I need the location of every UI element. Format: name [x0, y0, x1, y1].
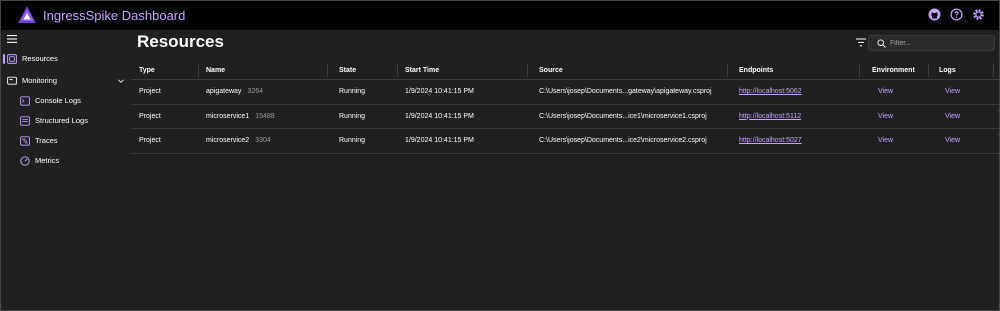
- app-title[interactable]: IngressSpike Dashboard: [43, 8, 185, 23]
- name-cell: microservice2 3304: [206, 129, 271, 153]
- logs-view-link[interactable]: View: [945, 80, 960, 104]
- environment-view-link[interactable]: View: [878, 129, 893, 153]
- start-time-cell: 1/9/2024 10:41:15 PM: [405, 88, 474, 96]
- main-content: Resources Type Name State Start Time: [131, 30, 999, 310]
- monitoring-icon: [7, 76, 17, 85]
- state-cell: Running: [339, 137, 366, 145]
- state-cell: Running: [339, 112, 366, 120]
- sidebar-item-label: Resources: [22, 54, 58, 63]
- resource-name: microservice1: [206, 112, 250, 120]
- column-resize-handle[interactable]: [727, 64, 728, 77]
- resources-icon: [7, 54, 17, 64]
- column-resize-handle[interactable]: [327, 64, 328, 77]
- sidebar-item-label: Structured Logs: [35, 116, 88, 125]
- type-cell: Project: [139, 137, 161, 145]
- structured-logs-icon: [20, 116, 30, 126]
- column-header-source[interactable]: Source: [539, 61, 563, 79]
- sidebar-item-monitoring[interactable]: Monitoring: [1, 72, 131, 90]
- sidebar-item-structured-logs[interactable]: Structured Logs: [1, 112, 131, 130]
- column-header-type[interactable]: Type: [139, 61, 155, 79]
- column-header-endpoints[interactable]: Endpoints: [739, 61, 773, 79]
- source-cell: C:\Users\josep\Documents...ice2\microser…: [539, 137, 707, 145]
- app-window: IngressSpike Dashboard Resources Monitor…: [0, 0, 1000, 311]
- column-resize-handle[interactable]: [527, 64, 528, 77]
- resources-table: Type Name State Start Time Source Endpoi…: [131, 61, 999, 154]
- source-cell: C:\Users\josep\Documents...ice1\microser…: [539, 112, 707, 120]
- column-resize-handle[interactable]: [397, 64, 398, 77]
- filter-input[interactable]: [890, 37, 990, 49]
- sidebar-item-console-logs[interactable]: Console Logs: [1, 92, 131, 110]
- sidebar-item-label: Monitoring: [22, 76, 58, 85]
- sidebar-item-label: Metrics: [35, 156, 60, 165]
- help-icon[interactable]: [950, 8, 963, 21]
- column-header-start-time[interactable]: Start Time: [405, 61, 439, 79]
- active-indicator: [3, 54, 5, 64]
- endpoint-link[interactable]: http://localhost:5062: [739, 80, 802, 104]
- chevron-down-icon[interactable]: [118, 78, 124, 84]
- logs-view-link[interactable]: View: [945, 105, 960, 129]
- type-cell: Project: [139, 88, 161, 96]
- sidebar-item-traces[interactable]: Traces: [1, 132, 131, 150]
- start-time-cell: 1/9/2024 10:41:15 PM: [405, 112, 474, 120]
- top-bar: IngressSpike Dashboard: [1, 1, 999, 30]
- hamburger-menu-icon[interactable]: [7, 35, 17, 43]
- resource-name: microservice2: [206, 137, 250, 145]
- metrics-icon: [20, 156, 30, 166]
- environment-view-link[interactable]: View: [878, 80, 893, 104]
- column-resize-handle[interactable]: [993, 64, 994, 77]
- type-cell: Project: [139, 112, 161, 120]
- name-cell: apigateway 3264: [206, 80, 263, 104]
- table-row: Project microservice1 15488 Running 1/9/…: [131, 105, 999, 129]
- settings-icon[interactable]: [972, 8, 985, 21]
- sidebar-item-metrics[interactable]: Metrics: [1, 152, 131, 170]
- endpoint-link[interactable]: http://localhost:5027: [739, 129, 802, 153]
- process-id: 3264: [247, 88, 263, 96]
- top-bar-actions: [928, 8, 985, 21]
- search-icon: [877, 39, 886, 48]
- sidebar-item-resources[interactable]: Resources: [1, 50, 131, 68]
- column-header-state[interactable]: State: [339, 61, 356, 79]
- filter-icon[interactable]: [856, 38, 866, 47]
- process-id: 3304: [255, 137, 271, 145]
- aspire-logo-icon: [18, 6, 36, 23]
- table-row: Project microservice2 3304 Running 1/9/2…: [131, 129, 999, 154]
- filter-search-box[interactable]: [868, 35, 995, 51]
- name-cell: microservice1 15488: [206, 105, 275, 129]
- environment-view-link[interactable]: View: [878, 105, 893, 129]
- traces-icon: [20, 136, 30, 146]
- endpoint-link[interactable]: http://localhost:5112: [739, 105, 801, 129]
- column-header-environment[interactable]: Environment: [872, 61, 915, 79]
- table-row: Project apigateway 3264 Running 1/9/2024…: [131, 80, 999, 105]
- console-logs-icon: [20, 96, 30, 106]
- page-title: Resources: [137, 32, 224, 51]
- github-icon[interactable]: [928, 8, 941, 21]
- column-resize-handle[interactable]: [859, 64, 860, 77]
- resource-name: apigateway: [206, 88, 242, 96]
- column-resize-handle[interactable]: [928, 64, 929, 77]
- column-header-logs[interactable]: Logs: [939, 61, 956, 79]
- table-header-row: Type Name State Start Time Source Endpoi…: [131, 61, 999, 80]
- column-resize-handle[interactable]: [198, 64, 199, 77]
- source-cell: C:\Users\josep\Documents...gateway\apiga…: [539, 88, 712, 96]
- column-header-name[interactable]: Name: [206, 61, 225, 79]
- process-id: 15488: [255, 112, 275, 120]
- logs-view-link[interactable]: View: [945, 129, 960, 153]
- start-time-cell: 1/9/2024 10:41:15 PM: [405, 137, 474, 145]
- state-cell: Running: [339, 88, 366, 96]
- sidebar-item-label: Traces: [35, 136, 58, 145]
- sidebar-item-label: Console Logs: [35, 96, 81, 105]
- sidebar: Resources Monitoring Console Logs Struct…: [1, 30, 131, 310]
